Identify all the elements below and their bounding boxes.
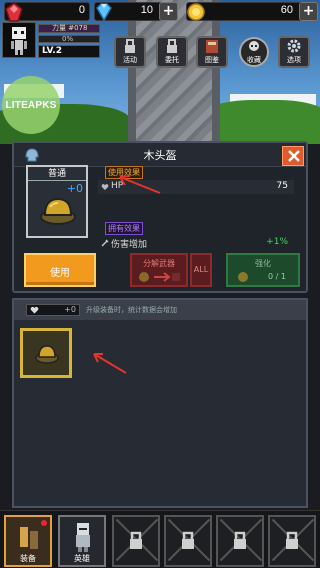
commission-button[interactable]: 委托 <box>156 36 188 68</box>
book-icon <box>206 40 218 53</box>
gear-icon <box>287 39 301 53</box>
codex-button[interactable]: 图鉴 <box>196 36 228 68</box>
options-button[interactable]: 选项 <box>278 36 310 68</box>
arrow-annotation <box>119 175 161 194</box>
add-gold-button[interactable]: + <box>299 2 318 21</box>
item-title: 木头盔 <box>143 149 177 162</box>
inventory-panel: +0 升级装备时，统计数据会增加 <box>12 298 308 508</box>
item-detail-panel: 木头盔 普通 +0 使用效果 HP 75 拥有效果 伤害增加 +1% 使用 分解… <box>12 141 308 293</box>
diamond-icon <box>96 3 112 22</box>
heart-icon <box>30 306 39 314</box>
enhance-label: 强化 <box>255 259 271 268</box>
gem-counter: 0 <box>4 2 90 22</box>
wooden-helmet-icon <box>40 197 76 225</box>
dismantle-arrow-icon <box>139 272 180 282</box>
tab-equipment[interactable]: 装备 <box>4 515 52 567</box>
ruby-icon <box>5 2 23 22</box>
inventory-header: +0 升级装备时，统计数据会增加 <box>14 300 306 320</box>
diamond-counter: 10 + <box>94 2 178 22</box>
lock-icon <box>286 531 298 549</box>
power-label: 力量 #078 <box>52 24 88 32</box>
enhance-material-icon <box>238 272 248 282</box>
avatar[interactable] <box>2 22 36 58</box>
menu-label: 图鉴 <box>205 56 219 64</box>
lock-icon <box>182 531 194 549</box>
tab-locked[interactable] <box>268 515 316 567</box>
dismantle-all-button[interactable]: ALL <box>190 253 212 287</box>
event-button[interactable]: 活动 <box>114 36 146 68</box>
tab-locked[interactable] <box>164 515 212 567</box>
inventory-counter-value: +0 <box>64 305 76 314</box>
add-diamonds-button[interactable]: + <box>159 2 178 21</box>
wooden-helmet-icon <box>35 345 59 364</box>
skull-icon <box>249 41 259 51</box>
dismantle-button[interactable]: 分解武器 <box>130 253 188 287</box>
arrow-annotation <box>93 353 127 374</box>
trunk-edge <box>128 0 136 145</box>
knight-icon <box>76 523 90 552</box>
player-level: LV.2 <box>42 46 62 56</box>
close-icon <box>288 150 300 162</box>
gold-counter: 60 + <box>186 2 318 21</box>
menu-label: 委托 <box>165 56 179 64</box>
tab-label: 英雄 <box>74 554 90 563</box>
player-profile[interactable]: 力量 #078 0% LV.2 <box>2 22 102 60</box>
enhance-button[interactable]: 强化 0 / 1 <box>226 253 300 287</box>
menu-label: 收藏 <box>247 56 261 64</box>
diamond-value: 10 <box>140 4 153 16</box>
lock-icon <box>130 531 142 549</box>
watermark-logo: LITEAPKS <box>2 76 60 134</box>
own-stat-name: 伤害增加 <box>111 240 148 250</box>
equip-label: 使用 <box>50 268 70 279</box>
own-stat-row: 伤害增加 +1% <box>98 236 294 250</box>
menu-label: 活动 <box>123 56 137 64</box>
lock-icon <box>167 39 177 53</box>
inventory-counter: +0 <box>26 304 80 316</box>
game-screen: 0 10 + 60 + 力量 #078 0% LV.2 活动 委托 图鉴 收藏 … <box>0 0 320 568</box>
tab-locked[interactable] <box>216 515 264 567</box>
gold-coin-icon <box>187 3 205 21</box>
gold-value: 60 <box>280 4 293 16</box>
lock-icon <box>125 39 135 53</box>
exp-percent: 0% <box>62 35 74 43</box>
inventory-hint: 升级装备时，统计数据会增加 <box>86 306 177 314</box>
tab-locked[interactable] <box>112 515 160 567</box>
all-label: ALL <box>193 265 209 274</box>
use-stat-value: 75 <box>276 181 288 191</box>
sword-icon <box>101 239 109 247</box>
own-stat-value: +1% <box>266 237 288 247</box>
dismantle-label: 分解武器 <box>143 259 175 268</box>
menu-label: 选项 <box>287 56 301 64</box>
heart-icon <box>101 184 109 190</box>
tab-label: 装备 <box>20 554 36 563</box>
lock-icon <box>234 531 246 549</box>
skeleton-icon <box>11 27 27 55</box>
equipment-icon <box>20 527 38 549</box>
close-button[interactable] <box>282 146 304 166</box>
inventory-item-wooden-helmet[interactable] <box>20 328 72 378</box>
equip-button[interactable]: 使用 <box>24 253 96 287</box>
own-effect-tag: 拥有效果 <box>105 222 143 235</box>
panel-header: 木头盔 <box>14 143 306 167</box>
tab-heroes[interactable]: 英雄 <box>58 515 106 567</box>
trunk-edge <box>212 0 220 145</box>
enhance-count: 0 / 1 <box>268 272 286 281</box>
collection-button[interactable]: 收藏 <box>238 36 270 68</box>
item-rarity: 普通 <box>28 167 86 181</box>
gem-value: 0 <box>78 4 85 16</box>
bottom-tab-bar: 装备 英雄 <box>0 510 320 568</box>
item-preview-slot: 普通 +0 <box>26 165 88 238</box>
